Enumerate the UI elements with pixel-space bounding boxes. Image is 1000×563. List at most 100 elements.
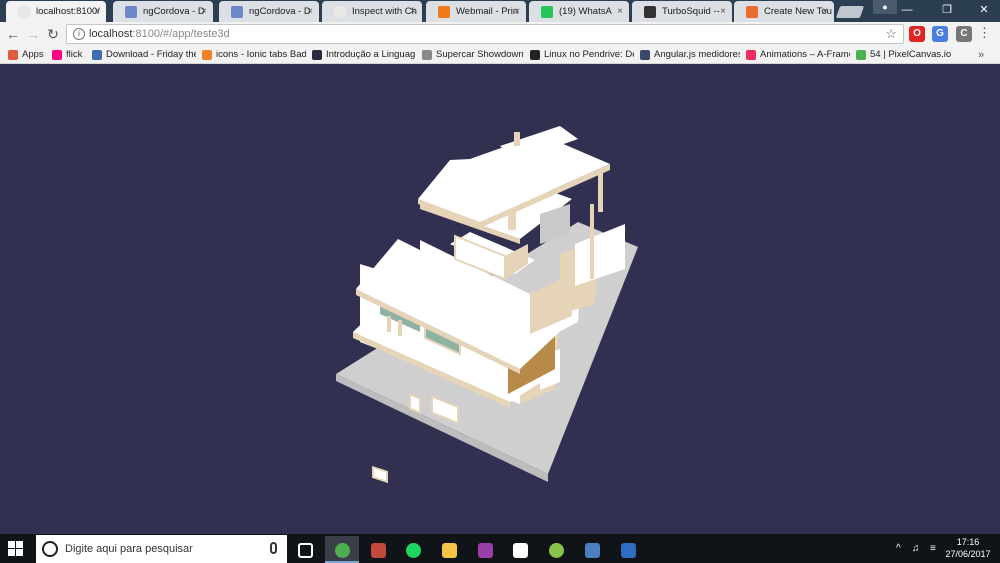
- tab-favicon-icon: [18, 6, 30, 18]
- chrome-glyph: [334, 543, 350, 559]
- bookmark-label: icons - Ionic tabs Badg: [216, 49, 306, 60]
- bookmarks-more-button[interactable]: »: [978, 46, 984, 64]
- bookmark-favicon-icon: [640, 50, 650, 60]
- wifi-icon[interactable]: ≡: [930, 534, 936, 563]
- tab[interactable]: Create New Tou ×: [734, 1, 834, 22]
- winrar-icon[interactable]: [468, 536, 502, 563]
- bookmark-item[interactable]: Download - Friday the: [90, 46, 196, 64]
- tab-close-icon[interactable]: ×: [822, 1, 828, 22]
- microphone-icon[interactable]: [270, 542, 277, 554]
- extension-icon[interactable]: C: [956, 26, 972, 42]
- bookmark-label: Animations – A-Frame: [760, 49, 850, 60]
- virtualbox-icon[interactable]: [575, 536, 609, 563]
- tab[interactable]: TurboSquid -- ×: [632, 1, 732, 22]
- tab-favicon-icon: [541, 6, 553, 18]
- tray-chevron-icon[interactable]: ^: [896, 534, 901, 563]
- file-explorer-icon[interactable]: [432, 536, 466, 563]
- tab[interactable]: Inspect with Ch ×: [322, 1, 422, 22]
- windows-start-icon[interactable]: [8, 541, 23, 556]
- photo-app-icon[interactable]: [361, 536, 395, 563]
- tab-close-icon[interactable]: ×: [201, 1, 207, 22]
- tab-close-icon[interactable]: ×: [514, 1, 520, 22]
- clock-time: 17:16: [956, 537, 980, 547]
- minimize-button[interactable]: —: [889, 0, 925, 22]
- bookmark-label: Apps: [22, 49, 44, 60]
- menu-dots-icon[interactable]: ⋮: [978, 25, 991, 41]
- info-icon[interactable]: i: [73, 28, 85, 40]
- volume-icon[interactable]: ♫: [912, 534, 920, 563]
- tab-favicon-icon: [334, 6, 346, 18]
- tab[interactable]: localhost:8100/×: [6, 1, 106, 22]
- android-glyph: [548, 543, 564, 559]
- bookmark-item[interactable]: flick: [50, 46, 86, 64]
- bookmark-favicon-icon: [746, 50, 756, 60]
- tab-close-icon[interactable]: ×: [410, 1, 416, 22]
- tab-close-icon[interactable]: ×: [94, 1, 100, 22]
- bookmark-favicon-icon: [422, 50, 432, 60]
- bookmark-item[interactable]: Introdução a Linguag: [310, 46, 416, 64]
- tab-title: ngCordova - D: [249, 6, 311, 17]
- bookmark-item[interactable]: 54 | PixelCanvas.io: [854, 46, 964, 64]
- tab-title: TurboSquid --: [662, 6, 720, 17]
- bookmark-item[interactable]: Supercar Showdown -: [420, 46, 524, 64]
- taskbar-search-box[interactable]: Digite aqui para pesquisar: [36, 535, 287, 563]
- bookmark-label: Linux no Pendrive: De: [544, 49, 634, 60]
- mail-icon[interactable]: [503, 536, 537, 563]
- bookmark-label: Angular.js medidores: [654, 49, 740, 60]
- android-icon[interactable]: [539, 536, 573, 563]
- maximize-button[interactable]: ❐: [929, 0, 965, 22]
- tab-favicon-icon: [746, 6, 758, 18]
- close-window-button[interactable]: ✕: [966, 0, 1000, 22]
- bookmark-label: flick: [66, 49, 83, 60]
- translate-icon[interactable]: G: [932, 26, 948, 42]
- powershell-glyph: [620, 543, 636, 559]
- search-placeholder: Digite aqui para pesquisar: [65, 543, 193, 555]
- tab-favicon-icon: [125, 6, 137, 18]
- tab-title: (19) WhatsA: [559, 6, 612, 17]
- tab-title: Webmail - Prin: [456, 6, 519, 17]
- webgl-viewport[interactable]: [0, 64, 1000, 534]
- back-arrow-icon[interactable]: ←: [4, 25, 22, 43]
- system-clock[interactable]: 17:16 27/06/2017: [944, 536, 992, 560]
- tab-title: localhost:8100/: [36, 6, 100, 17]
- bookmark-item[interactable]: Linux no Pendrive: De: [528, 46, 634, 64]
- bookmark-star-icon[interactable]: ☆: [885, 26, 897, 42]
- winrar-glyph: [477, 543, 493, 559]
- window: [409, 393, 421, 415]
- opera-icon[interactable]: O: [909, 26, 925, 42]
- bookmark-item[interactable]: icons - Ionic tabs Badg: [200, 46, 306, 64]
- tab-strip: ● — ❐ ✕ localhost:8100/× ngCordova - D × ng…: [0, 0, 1000, 22]
- task-view-icon[interactable]: [288, 536, 322, 563]
- tab-title: ngCordova - D: [143, 6, 205, 17]
- bookmark-favicon-icon: [202, 50, 212, 60]
- bookmark-item[interactable]: Apps: [6, 46, 46, 64]
- task-view-glyph: [297, 543, 313, 559]
- tab[interactable]: Webmail - Prin ×: [426, 1, 526, 22]
- powershell-icon[interactable]: [611, 536, 645, 563]
- new-tab-button[interactable]: [835, 6, 865, 18]
- tab[interactable]: ngCordova - D ×: [219, 1, 319, 22]
- bookmark-favicon-icon: [530, 50, 540, 60]
- bookmark-label: Supercar Showdown -: [436, 49, 524, 60]
- cortana-icon[interactable]: [42, 541, 58, 557]
- reload-icon[interactable]: ↻: [44, 25, 62, 43]
- virtualbox-glyph: [584, 543, 600, 559]
- tab[interactable]: ngCordova - D ×: [113, 1, 213, 22]
- tab-favicon-icon: [438, 6, 450, 18]
- forward-arrow-icon[interactable]: →: [24, 25, 42, 43]
- bookmark-item[interactable]: Angular.js medidores: [638, 46, 740, 64]
- chrome-icon[interactable]: [325, 536, 359, 563]
- browser-toolbar: ← → ↻ i localhost:8100/#/app/teste3d ☆ O…: [0, 22, 1000, 46]
- spotify-icon[interactable]: [396, 536, 430, 563]
- address-url: localhost:8100/#/app/teste3d: [89, 25, 230, 43]
- tab[interactable]: (19) WhatsA ×: [529, 1, 629, 22]
- tab-favicon-icon: [231, 6, 243, 18]
- bookmark-item[interactable]: Animations – A-Frame: [744, 46, 850, 64]
- tab-close-icon[interactable]: ×: [720, 1, 726, 22]
- tab-close-icon[interactable]: ×: [307, 1, 313, 22]
- tab-close-icon[interactable]: ×: [617, 1, 623, 22]
- bookmark-favicon-icon: [856, 50, 866, 60]
- building-3d-model[interactable]: [0, 64, 1000, 534]
- windows-taskbar: Digite aqui para pesquisar ^ ♫ ≡ 17:16 2…: [0, 534, 1000, 563]
- address-bar[interactable]: i localhost:8100/#/app/teste3d ☆: [66, 24, 904, 44]
